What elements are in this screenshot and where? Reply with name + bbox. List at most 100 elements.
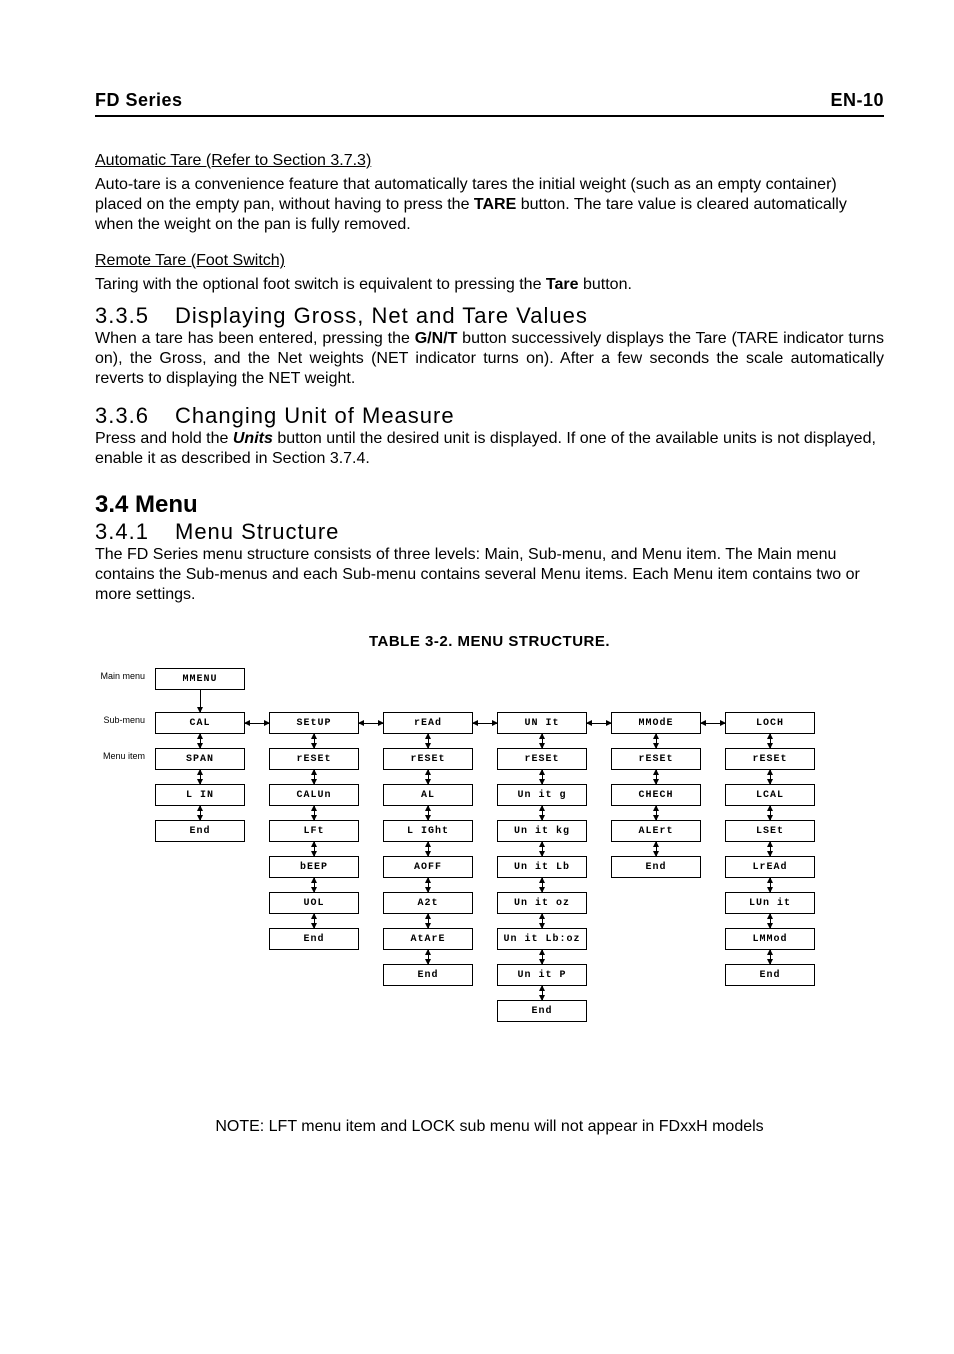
bidir-arrow-v <box>542 770 543 784</box>
node-item-2-3: AOFF <box>383 856 473 878</box>
node-item-5-1: LCAL <box>725 784 815 806</box>
bidir-arrow-v <box>200 770 201 784</box>
node-sub-3: UN It <box>497 712 587 734</box>
remote-tare-paragraph: Taring with the optional foot switch is … <box>95 275 884 295</box>
node-sub-5: LOCH <box>725 712 815 734</box>
bidir-arrow-h <box>701 723 725 724</box>
node-item-3-0: rESEt <box>497 748 587 770</box>
node-item-3-1: Un it g <box>497 784 587 806</box>
bidir-arrow-v <box>770 842 771 856</box>
node-sub-2: rEAd <box>383 712 473 734</box>
node-sub-4: MMOdE <box>611 712 701 734</box>
header-rule <box>95 115 884 117</box>
menu-structure-diagram: Main menu Sub-menu Menu item MMENU CAL SPA… <box>75 668 884 1058</box>
node-item-4-2: ALErt <box>611 820 701 842</box>
auto-tare-title: Automatic Tare (Refer to Section 3.7.3) <box>95 152 371 169</box>
section-336-heading: 3.3.6Changing Unit of Measure <box>95 403 884 429</box>
node-main-menu: MMENU <box>155 668 245 690</box>
node-item-3-2: Un it kg <box>497 820 587 842</box>
bidir-arrow-v <box>314 914 315 928</box>
section-341-heading: 3.4.1Menu Structure <box>95 519 884 545</box>
node-item-3-3: Un it Lb <box>497 856 587 878</box>
section-335-heading: 3.3.5Displaying Gross, Net and Tare Valu… <box>95 303 884 329</box>
bidir-arrow-v <box>542 878 543 892</box>
node-item-5-5: LMMod <box>725 928 815 950</box>
arrow-down <box>200 690 201 712</box>
node-item-4-0: rESEt <box>611 748 701 770</box>
bidir-arrow-v <box>542 734 543 748</box>
node-item-0-0: SPAN <box>155 748 245 770</box>
units-button-label: Units <box>233 430 273 447</box>
bidir-arrow-v <box>770 734 771 748</box>
side-label-item: Menu item <box>75 751 145 761</box>
section-34-heading: 3.4 Menu <box>95 491 884 519</box>
bidir-arrow-v <box>656 734 657 748</box>
node-item-1-2: LFt <box>269 820 359 842</box>
bidir-arrow-v <box>200 734 201 748</box>
node-item-3-6: Un it P <box>497 964 587 986</box>
auto-tare-paragraph: Auto-tare is a convenience feature that … <box>95 175 884 235</box>
tare-button-label-2: Tare <box>546 276 579 293</box>
footer-note: NOTE: LFT menu item and LOCK sub menu wi… <box>95 1118 884 1136</box>
node-item-1-5: End <box>269 928 359 950</box>
bidir-arrow-v <box>656 770 657 784</box>
node-sub-0: CAL <box>155 712 245 734</box>
node-item-4-1: CHECH <box>611 784 701 806</box>
bidir-arrow-v <box>542 914 543 928</box>
section-341-paragraph: The FD Series menu structure consists of… <box>95 545 884 605</box>
side-label-sub: Sub-menu <box>75 715 145 725</box>
side-label-main: Main menu <box>75 671 145 681</box>
node-item-2-0: rESEt <box>383 748 473 770</box>
node-item-5-3: LrEAd <box>725 856 815 878</box>
node-item-0-1: L IN <box>155 784 245 806</box>
bidir-arrow-v <box>770 914 771 928</box>
node-item-5-2: LSEt <box>725 820 815 842</box>
bidir-arrow-v <box>428 950 429 964</box>
bidir-arrow-v <box>770 806 771 820</box>
bidir-arrow-v <box>428 770 429 784</box>
node-item-2-4: A2t <box>383 892 473 914</box>
bidir-arrow-v <box>428 878 429 892</box>
bidir-arrow-v <box>314 770 315 784</box>
bidir-arrow-h <box>587 723 611 724</box>
node-item-3-5: Un it Lb:oz <box>497 928 587 950</box>
node-item-5-4: LUn it <box>725 892 815 914</box>
bidir-arrow-v <box>314 878 315 892</box>
bidir-arrow-v <box>314 734 315 748</box>
bidir-arrow-v <box>314 806 315 820</box>
bidir-arrow-v <box>770 950 771 964</box>
node-item-2-6: End <box>383 964 473 986</box>
bidir-arrow-h <box>359 723 383 724</box>
node-item-2-5: AtArE <box>383 928 473 950</box>
node-item-5-0: rESEt <box>725 748 815 770</box>
node-item-1-4: UOL <box>269 892 359 914</box>
bidir-arrow-v <box>542 842 543 856</box>
bidir-arrow-h <box>473 723 497 724</box>
node-item-5-6: End <box>725 964 815 986</box>
bidir-arrow-v <box>542 950 543 964</box>
node-item-2-2: L IGht <box>383 820 473 842</box>
bidir-arrow-v <box>428 842 429 856</box>
bidir-arrow-v <box>428 734 429 748</box>
gnt-button-label: G/N/T <box>415 330 458 347</box>
bidir-arrow-v <box>542 806 543 820</box>
node-sub-1: SEtUP <box>269 712 359 734</box>
node-item-1-0: rESEt <box>269 748 359 770</box>
table-title: TABLE 3-2. MENU STRUCTURE. <box>95 633 884 650</box>
node-item-1-1: CALUn <box>269 784 359 806</box>
header-left: FD Series <box>95 90 183 111</box>
bidir-arrow-v <box>314 842 315 856</box>
node-item-3-4: Un it oz <box>497 892 587 914</box>
bidir-arrow-v <box>656 806 657 820</box>
tare-button-label: TARE <box>474 196 516 213</box>
bidir-arrow-v <box>770 770 771 784</box>
bidir-arrow-h <box>245 723 269 724</box>
node-item-1-3: bEEP <box>269 856 359 878</box>
bidir-arrow-v <box>428 806 429 820</box>
bidir-arrow-v <box>428 914 429 928</box>
node-item-3-7: End <box>497 1000 587 1022</box>
remote-tare-title: Remote Tare (Foot Switch) <box>95 252 285 269</box>
bidir-arrow-v <box>770 878 771 892</box>
section-335-paragraph: When a tare has been entered, pressing t… <box>95 329 884 389</box>
node-item-4-3: End <box>611 856 701 878</box>
